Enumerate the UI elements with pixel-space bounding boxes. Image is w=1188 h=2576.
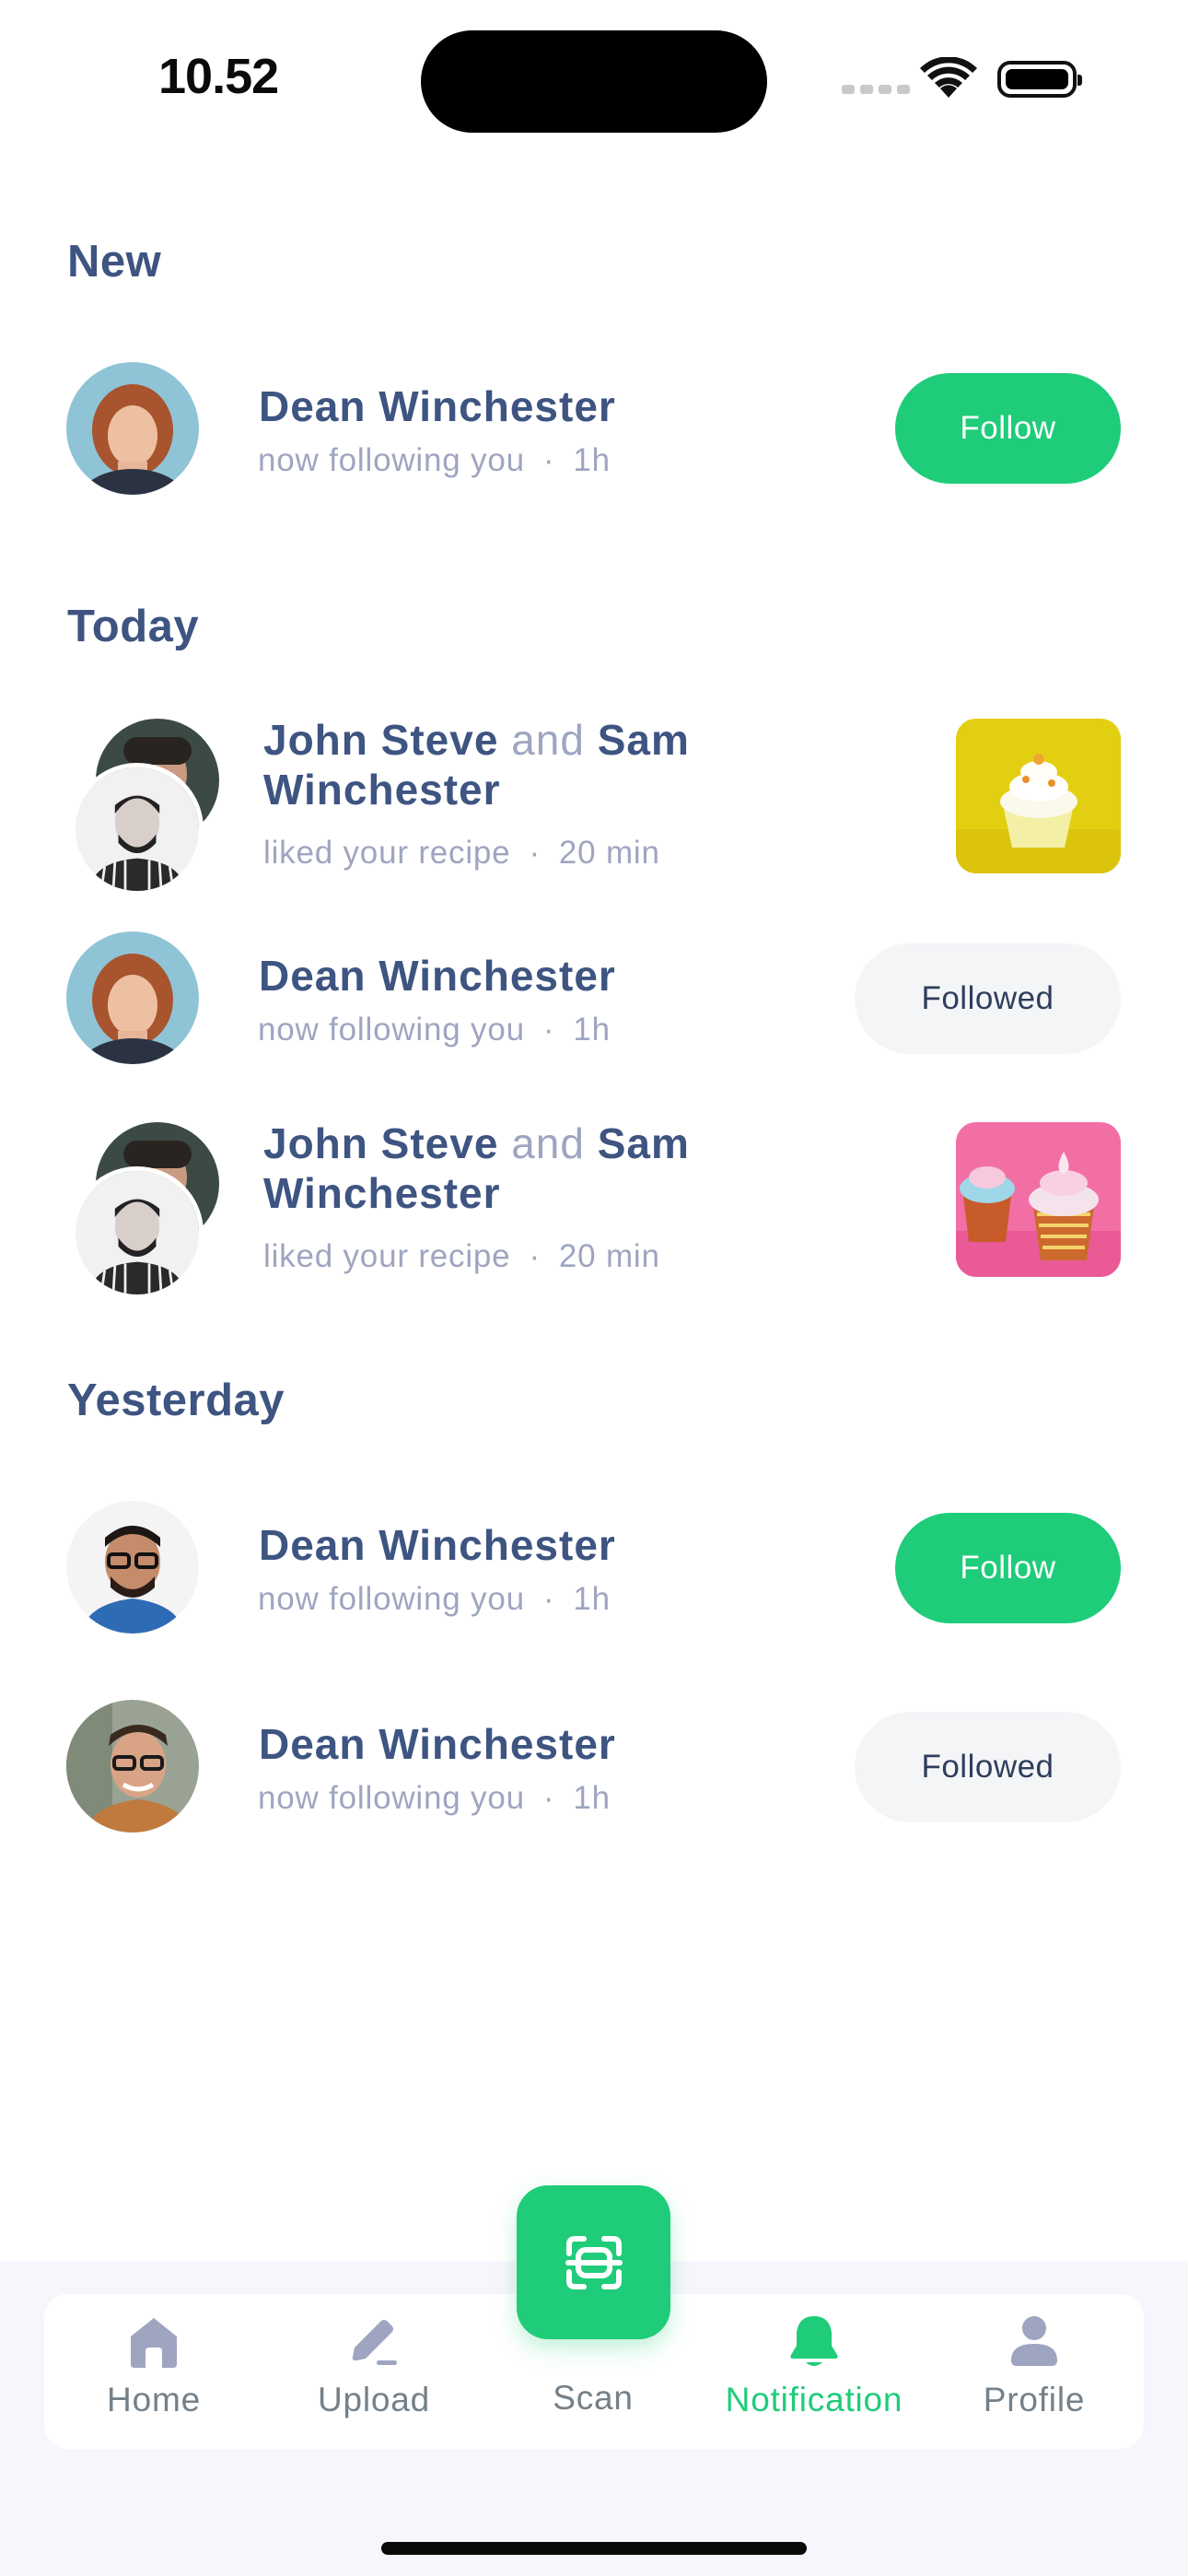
notification-meta: now following you · 1h	[258, 1012, 611, 1048]
follow-button[interactable]: Follow	[895, 1513, 1121, 1623]
separator-dot: ·	[542, 1012, 555, 1048]
notification-time: 1h	[573, 1012, 611, 1048]
notification-action: liked your recipe	[263, 835, 511, 871]
pencil-icon	[352, 2320, 397, 2365]
joiner-text: and	[511, 1119, 585, 1167]
bell-icon	[790, 2316, 838, 2366]
avatar[interactable]	[66, 931, 199, 1064]
nav-item-upload[interactable]: Upload	[273, 2313, 475, 2419]
notification-time: 1h	[573, 1581, 611, 1617]
nav-item-notification[interactable]: Notification	[713, 2313, 915, 2419]
avatar[interactable]	[66, 1501, 199, 1633]
notification-names: John Steve and Sam Winchester	[263, 715, 742, 814]
avatar[interactable]	[66, 362, 199, 495]
notification-meta: liked your recipe · 20 min	[263, 835, 660, 872]
notification-time: 20 min	[558, 1238, 660, 1274]
nav-label-scan[interactable]: Scan	[501, 2379, 685, 2418]
status-time: 10.52	[158, 49, 279, 104]
notification-action: now following you	[258, 442, 525, 478]
recipe-thumbnail[interactable]	[956, 719, 1121, 873]
avatar[interactable]	[71, 1166, 204, 1299]
notification-name[interactable]: Dean Winchester	[259, 951, 616, 1001]
nav-label-profile: Profile	[983, 2381, 1086, 2418]
scan-icon	[565, 2235, 623, 2289]
wifi-icon	[920, 57, 977, 98]
notification-time: 1h	[573, 442, 611, 478]
notification-name[interactable]: Dean Winchester	[259, 381, 616, 431]
nav-item-home[interactable]: Home	[52, 2313, 255, 2419]
nav-item-profile[interactable]: Profile	[933, 2313, 1136, 2419]
avatar[interactable]	[71, 763, 204, 896]
notification-action: now following you	[258, 1780, 525, 1816]
recipe-thumbnail[interactable]	[956, 1122, 1121, 1277]
separator-dot: ·	[542, 1581, 555, 1617]
separator-dot: ·	[529, 835, 541, 871]
notification-name[interactable]: John Steve	[263, 716, 498, 764]
profile-icon	[1011, 2316, 1057, 2366]
followed-button[interactable]: Followed	[855, 943, 1121, 1054]
notification-meta: now following you · 1h	[258, 1581, 611, 1618]
notification-action: liked your recipe	[263, 1238, 511, 1274]
notification-action: now following you	[258, 1581, 525, 1617]
notification-names: John Steve and Sam Winchester	[263, 1118, 742, 1218]
separator-dot: ·	[542, 442, 555, 478]
separator-dot: ·	[542, 1780, 555, 1816]
battery-icon	[997, 61, 1082, 98]
notification-action: now following you	[258, 1012, 525, 1048]
notification-meta: now following you · 1h	[258, 1780, 611, 1817]
cellular-signal-icon	[842, 85, 910, 94]
joiner-text: and	[511, 716, 585, 764]
notification-time: 1h	[573, 1780, 611, 1816]
nav-label-upload: Upload	[317, 2381, 431, 2418]
nav-label-notification: Notification	[725, 2381, 903, 2418]
notification-time: 20 min	[558, 835, 660, 871]
home-icon	[131, 2318, 177, 2368]
nav-label-home: Home	[107, 2381, 201, 2418]
section-title-new: New	[67, 237, 162, 287]
dynamic-island	[421, 30, 767, 133]
avatar[interactable]	[66, 1700, 199, 1832]
section-title-today: Today	[67, 602, 200, 651]
notification-name[interactable]: Dean Winchester	[259, 1719, 616, 1769]
scan-button[interactable]	[517, 2185, 670, 2339]
followed-button[interactable]: Followed	[855, 1712, 1121, 1822]
notification-meta: now following you · 1h	[258, 442, 611, 479]
home-indicator[interactable]	[381, 2542, 807, 2555]
notification-meta: liked your recipe · 20 min	[263, 1238, 660, 1275]
notification-name[interactable]: Dean Winchester	[259, 1520, 616, 1570]
separator-dot: ·	[529, 1238, 541, 1274]
section-title-yesterday: Yesterday	[67, 1376, 285, 1425]
notification-name[interactable]: John Steve	[263, 1119, 498, 1167]
follow-button[interactable]: Follow	[895, 373, 1121, 484]
